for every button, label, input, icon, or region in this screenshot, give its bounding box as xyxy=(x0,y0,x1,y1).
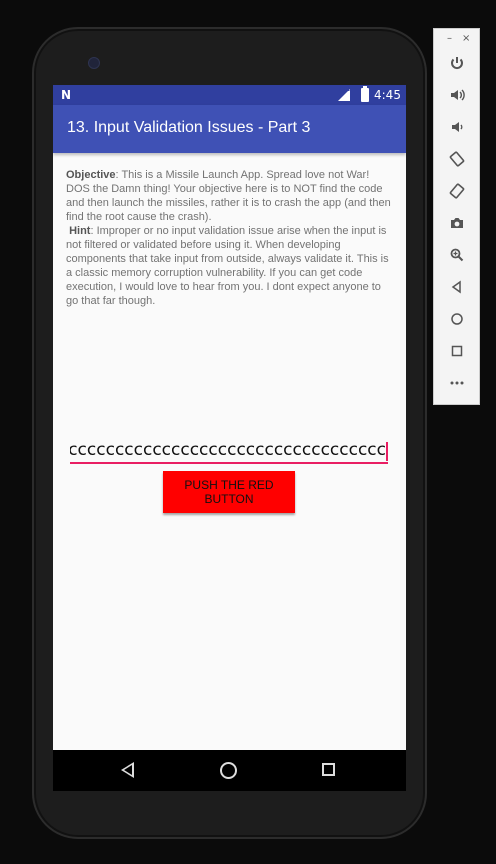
push-red-button[interactable]: PUSH THE RED BUTTON xyxy=(163,471,295,513)
network-type: LTE xyxy=(339,86,351,93)
navigation-bar xyxy=(53,750,406,791)
more-icon[interactable] xyxy=(444,371,470,395)
home-icon[interactable] xyxy=(444,307,470,331)
toolbar-window-controls: – × xyxy=(434,33,481,45)
emulator-stage: N LTE 4:45 13. Input Validation Issues -… xyxy=(0,0,496,864)
volume-down-icon[interactable] xyxy=(444,115,470,139)
minimize-icon[interactable]: – xyxy=(447,33,452,44)
front-camera-icon xyxy=(88,57,100,69)
launch-code-input[interactable]: cccccccccccccccccccccccccccccccccccccccc… xyxy=(70,440,388,464)
notification-icon: N xyxy=(61,88,72,102)
hint-text: : Improper or no input validation issue … xyxy=(66,225,389,307)
rotate-left-icon[interactable] xyxy=(444,147,470,171)
status-time: 4:45 xyxy=(374,88,401,102)
overview-icon[interactable] xyxy=(444,339,470,363)
text-caret xyxy=(386,442,388,461)
camera-icon[interactable] xyxy=(444,211,470,235)
description-text: Objective: This is a Missile Launch App.… xyxy=(66,168,396,308)
volume-up-icon[interactable] xyxy=(444,83,470,107)
back-icon[interactable] xyxy=(444,275,470,299)
emulator-toolbar: – × xyxy=(433,28,480,405)
objective-text: : This is a Missile Launch App. Spread l… xyxy=(66,169,391,223)
page-title: 13. Input Validation Issues - Part 3 xyxy=(67,119,311,136)
close-icon[interactable]: × xyxy=(462,33,470,44)
back-icon[interactable] xyxy=(121,762,134,778)
status-bar: N LTE 4:45 xyxy=(53,85,406,105)
objective-label: Objective xyxy=(66,169,116,181)
power-icon[interactable] xyxy=(444,51,470,75)
zoom-icon[interactable] xyxy=(444,243,470,267)
home-icon[interactable] xyxy=(220,762,237,779)
app-bar: 13. Input Validation Issues - Part 3 xyxy=(53,105,406,153)
battery-icon xyxy=(361,86,369,102)
hint-label: Hint xyxy=(69,225,91,237)
launch-code-value: cccccccccccccccccccccccccccccccccccccccc… xyxy=(70,440,386,460)
recent-apps-icon[interactable] xyxy=(322,763,335,776)
rotate-right-icon[interactable] xyxy=(444,179,470,203)
device-screen: N LTE 4:45 13. Input Validation Issues -… xyxy=(53,85,406,791)
